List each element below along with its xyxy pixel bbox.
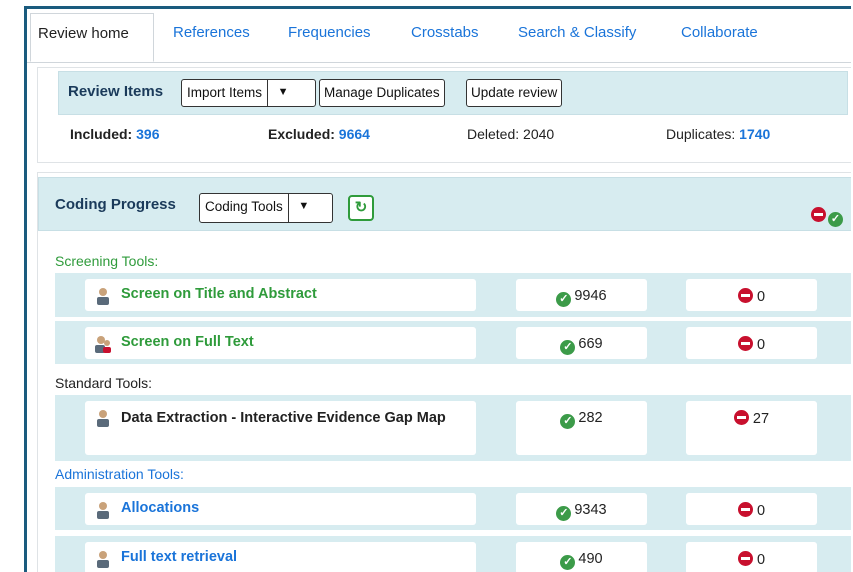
negative-count-cell[interactable]: 27: [686, 401, 817, 455]
tool-name[interactable]: Allocations: [121, 500, 199, 516]
tab-bar: Review home References Frequencies Cross…: [27, 9, 851, 63]
header-status-icons: ✓: [811, 207, 846, 227]
negative-count-cell[interactable]: 0: [686, 279, 817, 311]
import-items-label[interactable]: Import Items: [182, 80, 269, 106]
positive-count[interactable]: 490: [578, 551, 602, 567]
person-icon: [97, 288, 109, 305]
positive-count[interactable]: 9946: [574, 288, 606, 304]
coding-progress-box: Coding Progress Coding Tools ▼ ↻ ✓ Scree…: [37, 172, 851, 572]
check-icon: ✓: [560, 340, 576, 355]
check-icon: ✓: [560, 555, 576, 570]
tab-collaborate[interactable]: Collaborate: [681, 24, 758, 41]
positive-count-cell[interactable]: ✓ 669: [516, 327, 647, 359]
duplicates-count: Duplicates: 1740: [666, 126, 770, 142]
tab-frequencies[interactable]: Frequencies: [288, 24, 371, 41]
duplicates-value[interactable]: 1740: [739, 126, 770, 142]
coding-tools-button[interactable]: Coding Tools ▼: [199, 193, 333, 223]
person-icon: [97, 502, 109, 519]
negative-count-cell[interactable]: 0: [686, 542, 817, 572]
excluded-count: Excluded: 9664: [268, 126, 370, 142]
administration-tools-label: Administration Tools:: [55, 466, 184, 482]
tool-row: Full text retrieval ✓ 490 0: [55, 536, 851, 572]
positive-count-cell[interactable]: ✓ 9946: [516, 279, 647, 311]
negative-count-cell[interactable]: 0: [686, 327, 817, 359]
check-icon: ✓: [560, 414, 576, 429]
coding-tools-label[interactable]: Coding Tools: [200, 194, 289, 222]
excluded-icon: [737, 288, 753, 303]
tool-name-cell[interactable]: Screen on Title and Abstract: [85, 279, 476, 311]
negative-count[interactable]: 0: [757, 289, 765, 305]
tool-name[interactable]: Full text retrieval: [121, 549, 237, 565]
review-panel: Review home References Frequencies Cross…: [24, 6, 851, 572]
tool-row: Data Extraction - Interactive Evidence G…: [55, 395, 851, 461]
tool-name[interactable]: Screen on Title and Abstract: [121, 286, 317, 302]
tool-row: Screen on Title and Abstract ✓ 9946 0: [55, 273, 851, 317]
tool-name[interactable]: Screen on Full Text: [121, 334, 254, 350]
tool-name[interactable]: Data Extraction - Interactive Evidence G…: [121, 410, 446, 426]
excluded-icon: [811, 207, 826, 222]
caret-down-icon[interactable]: ▼: [289, 194, 319, 222]
coding-progress-title: Coding Progress: [55, 196, 176, 213]
update-review-button[interactable]: Update review: [466, 79, 563, 107]
person-icon: [97, 551, 109, 568]
negative-count-cell[interactable]: 0: [686, 493, 817, 525]
excluded-value[interactable]: 9664: [339, 126, 370, 142]
tab-review-home[interactable]: Review home: [30, 13, 154, 62]
caret-down-icon[interactable]: ▼: [268, 80, 298, 106]
screening-tools-label: Screening Tools:: [55, 253, 159, 269]
negative-count[interactable]: 0: [757, 552, 765, 568]
tool-row: Allocations ✓ 9343 0: [55, 487, 851, 530]
review-items-title: Review Items: [68, 83, 164, 100]
excluded-label: Excluded:: [268, 126, 335, 142]
negative-count[interactable]: 0: [757, 503, 765, 519]
tool-row: Screen on Full Text ✓ 669 0: [55, 321, 851, 364]
excluded-icon: [737, 551, 753, 566]
manage-duplicates-button[interactable]: Manage Duplicates: [319, 79, 445, 107]
included-label: Included:: [70, 126, 133, 142]
review-items-header: Review Items Import Items ▼ Manage Dupli…: [58, 71, 848, 115]
import-items-button[interactable]: Import Items ▼: [181, 79, 316, 107]
deleted-count: Deleted: 2040: [467, 126, 555, 142]
tool-name-cell[interactable]: Data Extraction - Interactive Evidence G…: [85, 401, 476, 455]
standard-tools-label: Standard Tools:: [55, 375, 153, 391]
tab-search-classify[interactable]: Search & Classify: [518, 24, 636, 41]
positive-count[interactable]: 282: [578, 410, 602, 426]
duplicates-label: Duplicates:: [666, 126, 736, 142]
excluded-icon: [733, 410, 749, 425]
tab-crosstabs[interactable]: Crosstabs: [411, 24, 479, 41]
positive-count[interactable]: 9343: [574, 502, 606, 518]
excluded-icon: [737, 336, 753, 351]
negative-count[interactable]: 0: [757, 337, 765, 353]
review-items-box: Review Items Import Items ▼ Manage Dupli…: [37, 67, 851, 163]
check-icon: ✓: [556, 292, 572, 307]
included-value[interactable]: 396: [136, 126, 159, 142]
tool-name-cell[interactable]: Screen on Full Text: [85, 327, 476, 359]
included-count: Included: 396: [70, 126, 159, 142]
refresh-icon[interactable]: ↻: [348, 195, 374, 221]
positive-count-cell[interactable]: ✓ 9343: [516, 493, 647, 525]
tool-name-cell[interactable]: Full text retrieval: [85, 542, 476, 572]
positive-count-cell[interactable]: ✓ 282: [516, 401, 647, 455]
negative-count[interactable]: 27: [753, 411, 769, 427]
positive-count[interactable]: 669: [578, 336, 602, 352]
check-icon: ✓: [828, 212, 843, 227]
tab-references[interactable]: References: [173, 24, 250, 41]
person-icon: [97, 410, 109, 427]
tool-name-cell[interactable]: Allocations: [85, 493, 476, 525]
excluded-icon: [737, 502, 753, 517]
people-icon: [95, 336, 111, 353]
coding-progress-header: Coding Progress Coding Tools ▼ ↻ ✓: [38, 177, 851, 231]
positive-count-cell[interactable]: ✓ 490: [516, 542, 647, 572]
check-icon: ✓: [556, 506, 572, 521]
